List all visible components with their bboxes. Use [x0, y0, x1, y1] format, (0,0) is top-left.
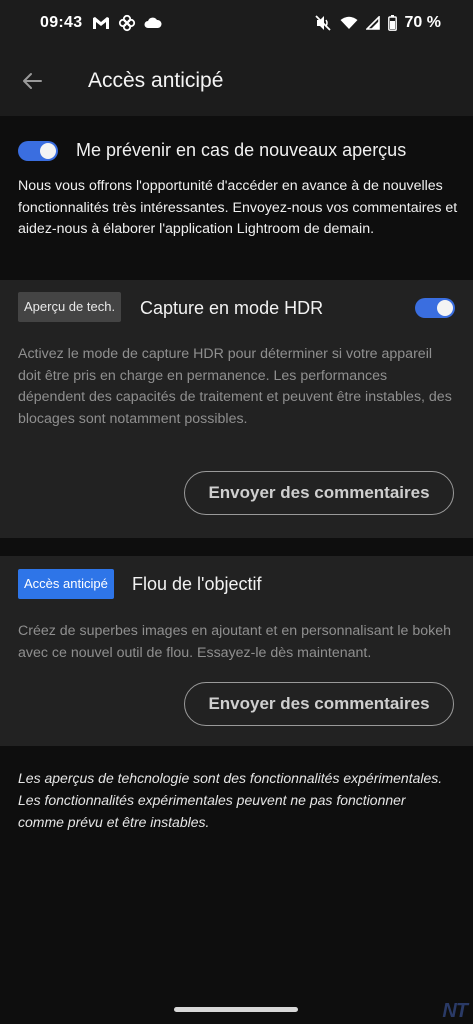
notify-toggle[interactable]: [18, 140, 58, 161]
status-time: 09:43: [40, 14, 83, 31]
signal-icon: [365, 16, 380, 30]
footer-note: Les aperçus de tehcnologie sont des fonc…: [18, 770, 443, 830]
toggle-knob: [437, 300, 453, 316]
send-feedback-button-lens-blur[interactable]: Envoyer des commentaires: [184, 682, 454, 726]
mute-icon: [314, 15, 331, 31]
notify-section: Me prévenir en cas de nouveaux aperçus N…: [0, 116, 473, 280]
notify-description: Nous vous offrons l'opportunité d'accéde…: [18, 178, 458, 237]
page-title: Accès anticipé: [88, 69, 224, 92]
status-bar: 09:43 70 %: [0, 0, 473, 46]
back-button[interactable]: [12, 61, 52, 101]
feature-description-hdr: Activez le mode de capture HDR pour déte…: [18, 346, 452, 427]
feature-card-lens-blur: Accès anticipé Flou de l'objectif Créez …: [0, 556, 473, 746]
feature-description-lens-blur: Créez de superbes images en ajoutant et …: [18, 623, 452, 661]
notify-row: Me prévenir en cas de nouveaux aperçus: [18, 140, 406, 161]
feature-title-hdr: Capture en mode HDR: [140, 298, 324, 318]
send-feedback-button-hdr[interactable]: Envoyer des commentaires: [184, 471, 454, 515]
status-notification-icons: [92, 14, 162, 32]
feature-card-hdr: Aperçu de tech. Capture en mode HDR Acti…: [0, 280, 473, 538]
wifi-icon: [340, 16, 358, 29]
feature-title-lens-blur: Flou de l'objectif: [132, 574, 262, 594]
cloud-icon: [144, 17, 162, 28]
notify-label: Me prévenir en cas de nouveaux aperçus: [76, 140, 407, 160]
gmail-icon: [93, 17, 110, 29]
toggle-knob: [40, 142, 56, 159]
battery-icon: [387, 15, 397, 31]
early-access-badge: Accès anticipé: [18, 569, 114, 599]
home-indicator[interactable]: [174, 1007, 298, 1012]
pinwheel-icon: [119, 14, 136, 32]
watermark-logo: NT: [442, 1000, 468, 1022]
status-system-icons: 70 %: [314, 0, 441, 46]
arrow-left-icon: [23, 73, 42, 89]
app-bar: Accès anticipé: [0, 46, 473, 116]
battery-percentage: 70 %: [404, 14, 441, 31]
tech-preview-badge: Aperçu de tech.: [18, 292, 122, 322]
hdr-toggle[interactable]: [415, 298, 455, 318]
